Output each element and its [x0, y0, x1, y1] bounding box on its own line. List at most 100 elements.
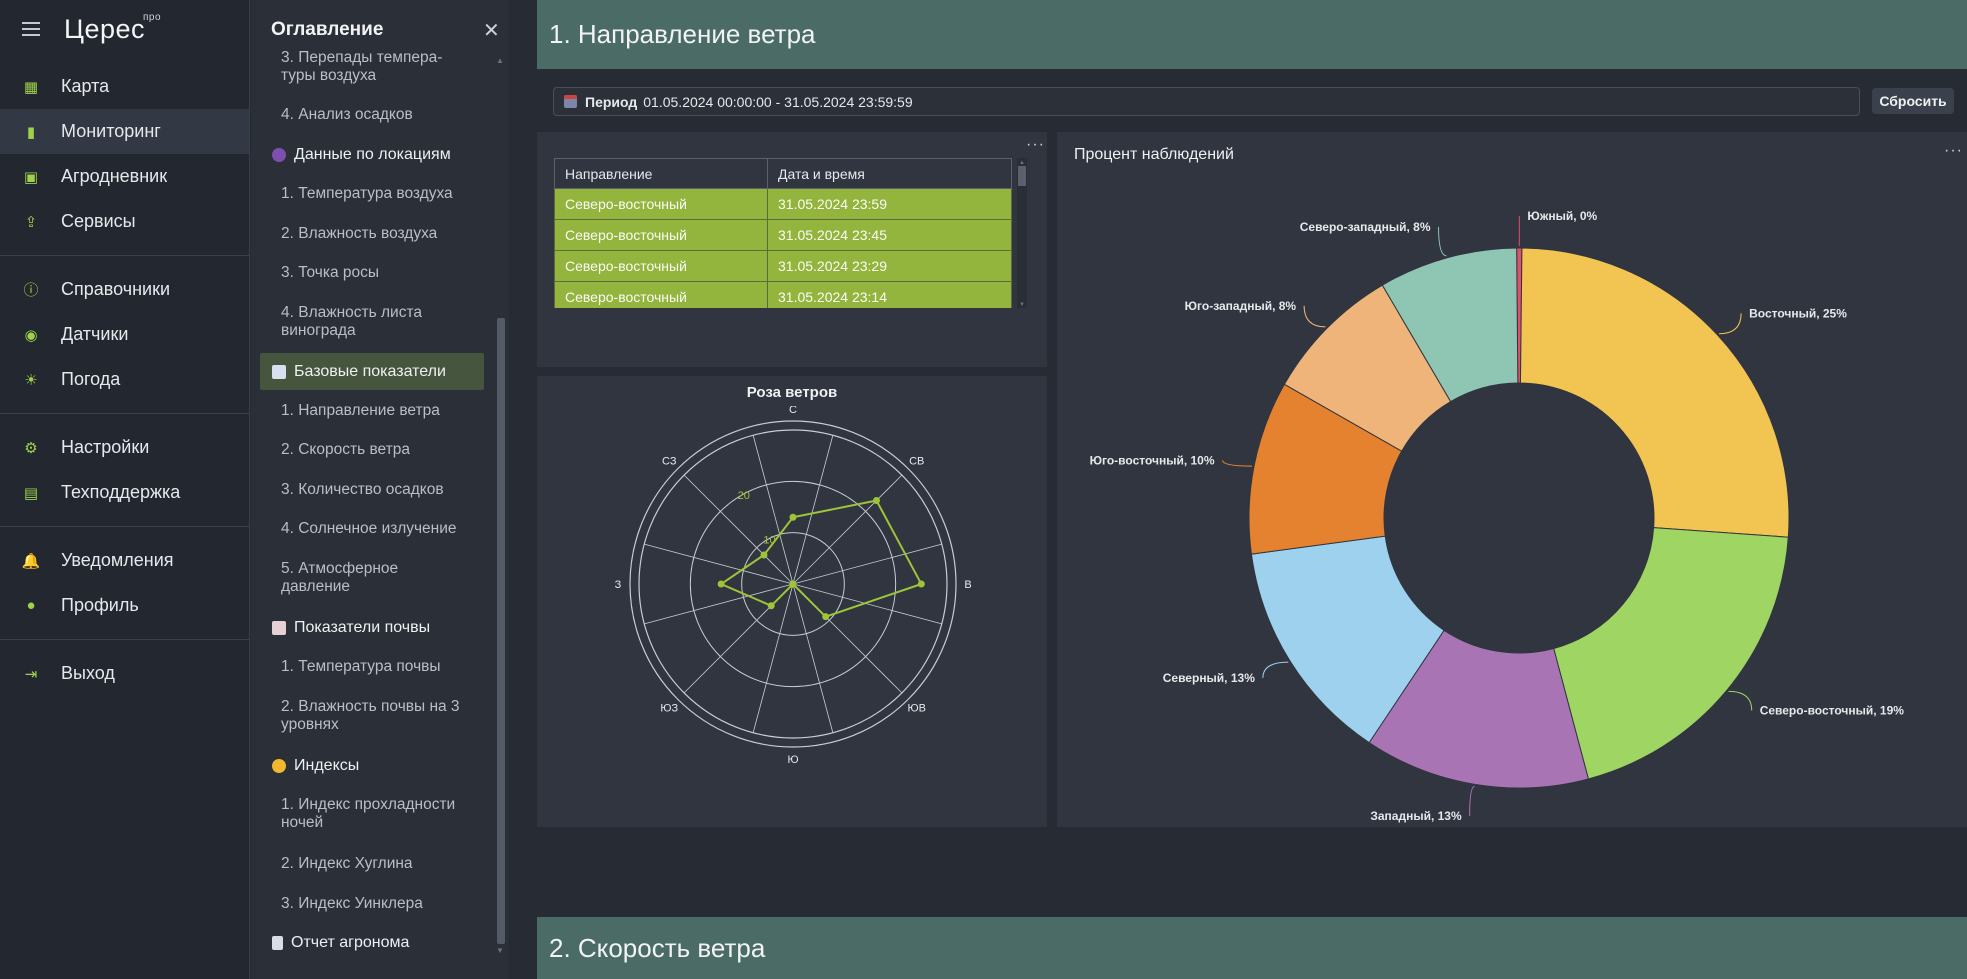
column-header[interactable]: Направление: [554, 158, 768, 189]
nav-item-upload[interactable]: ⇪ Сервисы: [0, 199, 249, 244]
toc-item[interactable]: 1. Температура почвы: [251, 658, 451, 676]
radar-point[interactable]: [872, 497, 880, 505]
nav-item-map[interactable]: ▦ Карта: [0, 64, 249, 109]
nav-item-chart-bars[interactable]: ▮ Мониторинг: [0, 109, 249, 154]
weather-icon: ☀: [24, 371, 38, 389]
donut-panel: Процент наблюдений ··· Южный, 0% Восточны…: [1057, 132, 1967, 827]
table-scrollbar[interactable]: ▲ ▼: [1015, 158, 1029, 308]
nav-divider: [0, 413, 249, 414]
donut-slice[interactable]: [1553, 527, 1789, 780]
chart-down-icon: [272, 621, 286, 635]
logo-text: Церес: [64, 13, 146, 44]
nav-item-gear[interactable]: ⚙ Настройки: [0, 425, 249, 470]
radar-spoke: [644, 543, 794, 585]
gear-icon: ⚙: [24, 439, 38, 457]
info-icon: ⓘ: [23, 282, 39, 299]
donut-slice-label: Юго-восточный, 10%: [1090, 453, 1215, 467]
radar-tick-label: 10: [763, 535, 775, 547]
toc-panel: Оглавление ✕ 3. Перепады темпера- туры в…: [251, 0, 509, 979]
radar-point[interactable]: [767, 602, 775, 610]
toc-item[interactable]: 1. Направление ветра: [251, 402, 450, 420]
donut-slice-label: Юго-западный, 8%: [1185, 299, 1297, 313]
toc-section[interactable]: Отчет агронома: [251, 934, 419, 952]
table-row[interactable]: Северо-восточный 31.05.2024 23:29: [554, 250, 1012, 282]
nav-item-info[interactable]: ⓘ Справочники: [0, 267, 249, 312]
radar-axis-label: В: [964, 579, 971, 591]
table-cell: 31.05.2024 23:29: [767, 250, 1012, 282]
scroll-down-arrow[interactable]: ▼: [496, 946, 504, 955]
radar-point[interactable]: [822, 613, 830, 621]
nav-item-label: Уведомления: [61, 550, 174, 570]
nav-item-label: Выход: [61, 663, 115, 683]
nav-item-calendar[interactable]: ▣ Агродневник: [0, 154, 249, 199]
wind-rose-panel: Роза ветров 01020ССВВЮВЮЮЗЗСЗ: [537, 376, 1047, 827]
radar-axis-label: Ю: [787, 754, 798, 766]
toc-item[interactable]: 3. Количество осадков: [251, 481, 454, 499]
toc-item[interactable]: 2. Скорость ветра: [251, 441, 420, 459]
user-icon: ●: [26, 597, 36, 614]
reset-button[interactable]: Сбросить: [1872, 88, 1954, 114]
radar-point[interactable]: [717, 580, 725, 588]
donut-leader-line: [1728, 690, 1753, 711]
scroll-up-arrow[interactable]: ▲: [496, 56, 504, 65]
column-header[interactable]: Дата и время: [767, 158, 1012, 189]
nav-item-label: Техподдержка: [61, 482, 181, 502]
toc-section[interactable]: Показатели почвы: [251, 619, 440, 637]
radar-point[interactable]: [789, 580, 797, 588]
toc-item[interactable]: 3. Индекс Уинклера: [251, 895, 433, 913]
toc-item[interactable]: 1. Индекс прохладности ночей: [251, 796, 465, 832]
toc-section-label: Отчет агронома: [291, 934, 410, 951]
toc-item[interactable]: 2. Влажность почвы на 3 уровнях: [251, 698, 470, 734]
donut-slice[interactable]: [1519, 247, 1790, 538]
table-cell: 31.05.2024 23:59: [767, 188, 1012, 220]
donut-slice-label: Северо-восточный, 19%: [1760, 703, 1905, 717]
radar-point[interactable]: [789, 513, 797, 521]
toc-item[interactable]: 4. Влажность листа винограда: [251, 304, 432, 340]
toc-item[interactable]: 2. Индекс Хуглина: [251, 855, 423, 873]
donut-leader-line: [1262, 661, 1289, 679]
toc-item[interactable]: 5. Атмосферное давление: [251, 560, 408, 596]
toc-section[interactable]: Данные по локациям: [251, 146, 461, 164]
period-filter[interactable]: Период 01.05.2024 00:00:00 - 31.05.2024 …: [553, 87, 1860, 116]
toc-item[interactable]: 4. Солнечное излучение: [251, 520, 467, 538]
logo-sup: про: [142, 11, 162, 23]
close-icon[interactable]: ✕: [483, 18, 500, 43]
toc-item[interactable]: 3. Перепады темпера- туры воздуха: [251, 49, 452, 85]
nav-item-user[interactable]: ● Профиль: [0, 583, 249, 628]
nav-item-label: Агродневник: [61, 166, 168, 186]
radar-axis-label: СЗ: [662, 455, 677, 467]
nav-item-chat[interactable]: ▤ Техподдержка: [0, 470, 249, 515]
nav-item-label: Справочники: [61, 279, 171, 299]
map-icon: ▦: [23, 78, 39, 96]
toc-item[interactable]: 4. Анализ осадков: [251, 106, 423, 124]
chart-bars-icon: ▮: [26, 123, 36, 141]
sidebar: Церес про ▦ Карта ▮ Мониторинг ▣ Агродневник ⇪ С…: [0, 0, 250, 979]
radar-point[interactable]: [917, 580, 925, 588]
more-icon[interactable]: ···: [1026, 136, 1045, 154]
donut-slice-label: Северо-западный, 8%: [1300, 220, 1431, 234]
nav-item-label: Профиль: [61, 595, 139, 615]
nav-item-logout[interactable]: ⇥ Выход: [0, 651, 249, 696]
menu-icon[interactable]: [22, 22, 42, 36]
table-row[interactable]: Северо-восточный 31.05.2024 23:14: [554, 281, 1012, 308]
radar-spoke: [792, 543, 942, 585]
donut-leader-line: [1438, 226, 1447, 257]
donut-leader-line: [1303, 305, 1326, 328]
nav-item-bell[interactable]: 🔔 Уведомления: [0, 538, 249, 583]
toc-section-label: Данные по локациям: [294, 146, 451, 163]
nav-divider: [0, 526, 249, 527]
toc-section-active[interactable]: Базовые показатели: [260, 353, 484, 390]
toc-item[interactable]: 1. Температура воздуха: [251, 185, 463, 203]
radar-point[interactable]: [760, 551, 768, 559]
table-row[interactable]: Северо-восточный 31.05.2024 23:59: [554, 188, 1012, 220]
table-row[interactable]: Северо-восточный 31.05.2024 23:45: [554, 219, 1012, 251]
logo[interactable]: Церес про: [64, 12, 161, 45]
nav-item-sensor[interactable]: ◉ Датчики: [0, 312, 249, 357]
toc-section[interactable]: Индексы: [251, 757, 369, 775]
section-title-wind-speed: 2. Скорость ветра: [537, 917, 1967, 979]
toc-item[interactable]: 3. Точка росы: [251, 264, 389, 282]
toc-section-label: Индексы: [294, 757, 360, 774]
toc-item[interactable]: 2. Влажность воздуха: [251, 225, 447, 243]
nav-item-weather[interactable]: ☀ Погода: [0, 357, 249, 402]
scrollbar-thumb[interactable]: [497, 318, 505, 944]
